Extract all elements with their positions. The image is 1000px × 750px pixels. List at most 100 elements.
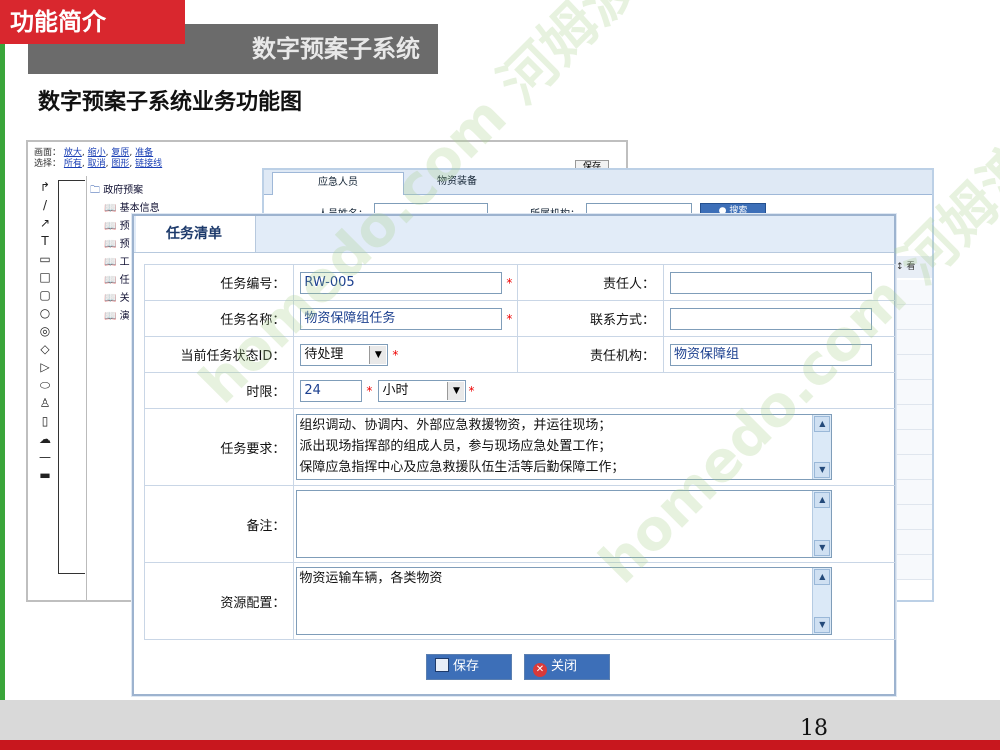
grid-row[interactable] [896,555,932,580]
limit-unit-select[interactable]: 小时 ▼ [378,379,467,402]
grid-row[interactable] [896,430,932,455]
note-cell: ▲ ▼ [293,485,896,563]
shape-tool-icon[interactable]: ↗ [34,216,56,234]
grid-row[interactable] [896,355,932,380]
resource-label: 资源配置： [143,562,295,640]
shape-tool-icon[interactable]: ↱ [34,180,56,198]
shape-tool-icon[interactable]: ▭ [34,252,56,270]
grid-row[interactable] [896,380,932,405]
tree-item-label: 演 [119,311,130,322]
select-connectors-link[interactable]: 链接线 [135,159,162,169]
org-input[interactable]: 物资保障组 [670,343,873,366]
save-button-label: 保存 [453,659,480,674]
req-line: 派出现场指挥部的组成人员，参与现场应急处置工作； [299,439,612,454]
grid-row[interactable] [896,280,932,305]
restore-link[interactable]: 复原 [111,148,129,158]
tree-item-label: 基本信息 [119,203,160,214]
dialog-title-tab[interactable]: 任务清单 [136,216,256,252]
task-name-input[interactable]: 物资保障组任务 [300,307,503,330]
book-icon: 📖 [104,239,120,250]
shape-tool-icon[interactable]: / [34,198,56,216]
grid-row[interactable] [896,455,932,480]
shape-tool-icon[interactable]: ▢ [34,288,56,306]
scroll-up-icon[interactable]: ▲ [814,416,831,432]
req-line: 保障应急指挥中心及应急救援队伍生活等后勤保障工作； [299,460,625,475]
grid-row[interactable] [896,480,932,505]
shape-tool-icon[interactable]: ▯ [34,414,56,432]
grid-row[interactable] [896,330,932,355]
grid-column-header[interactable]: ↕ 看 [896,256,932,278]
form-row-2: 任务名称： 物资保障组任务 * 联系方式： [143,300,896,337]
grid-row[interactable] [896,530,932,555]
shape-tool-icon[interactable]: ♙ [34,396,56,414]
shape-tool-icon[interactable]: T [34,234,56,252]
section-tag: 功能简介 [0,0,185,44]
tab-supplies-equipment[interactable]: 物资装备 [402,172,512,194]
grid-rows [896,280,932,580]
select-none-link[interactable]: 取消 [88,159,106,169]
org-cell: 物资保障组 [663,336,896,373]
contact-label: 联系方式： [517,300,665,337]
save-button[interactable]: 保存 [426,654,512,680]
shape-tool-icon[interactable]: ○ [34,306,56,324]
scrollbar[interactable]: ▲ ▼ [812,491,832,557]
editor-link-rows: 画面： 放大, 缩小, 复原, 准备 选择： 所有, 取消, 图形, 链接线 [34,148,162,170]
shape-tool-icon[interactable]: □ [34,270,56,288]
shape-tool-icon[interactable]: ▷ [34,360,56,378]
shape-tool-icon[interactable]: ⬭ [34,378,56,396]
chevron-down-icon: ▼ [447,381,465,400]
status-label: 当前任务状态ID： [143,336,295,373]
left-accent-rule [0,40,5,700]
req-textarea[interactable]: 组织调动、协调内、外部应急救援物资，并运往现场； 派出现场指挥部的组成人员，参与… [296,414,833,480]
scrollbar[interactable]: ▲ ▼ [812,568,832,634]
owner-input[interactable] [670,271,873,294]
scroll-up-icon[interactable]: ▲ [814,569,831,585]
prepare-link[interactable]: 准备 [135,148,153,158]
limit-unit-value: 小时 [382,382,409,398]
scroll-up-icon[interactable]: ▲ [814,492,831,508]
shape-tool-icon[interactable]: ◇ [34,342,56,360]
shape-tool-icon[interactable]: — [34,450,56,468]
grid-row[interactable] [896,405,932,430]
scroll-down-icon[interactable]: ▼ [814,617,831,633]
zoom-out-link[interactable]: 缩小 [88,148,106,158]
task-form: 任务编号： RW-005 * 责任人： 任务名称： 物资保障组任务 * 联系方式： … [143,264,896,640]
grid-row[interactable] [896,505,932,530]
grid-row[interactable] [896,305,932,330]
chevron-down-icon: ▼ [369,345,387,364]
resource-text: 物资运输车辆，各类物资 [299,571,443,586]
task-name-cell: 物资保障组任务 * [293,300,519,337]
resource-textarea[interactable]: 物资运输车辆，各类物资 ▲ ▼ [296,567,833,635]
book-icon: 📖 [104,311,120,322]
required-mark: * [506,311,513,326]
footer-red-strip [0,740,1000,750]
status-select[interactable]: 待处理 ▼ [300,343,389,366]
tree-item-label: 任 [119,275,130,286]
tab-emergency-staff[interactable]: 应急人员 [272,172,404,195]
select-all-link[interactable]: 所有 [64,159,82,169]
zoom-in-link[interactable]: 放大 [64,148,82,158]
task-no-input[interactable]: RW-005 [300,271,503,294]
folder-icon: 🗀 [90,185,100,196]
task-no-label: 任务编号： [143,264,295,301]
scrollbar[interactable]: ▲ ▼ [812,415,832,479]
close-button[interactable]: ✕ 关闭 [524,654,610,680]
view-label: 画面： [34,148,62,158]
contact-input[interactable] [670,307,873,330]
editor-canvas[interactable] [58,180,85,574]
tree-root-node[interactable]: 🗀 政府预案 [90,181,143,200]
limit-cell: 24 * 小时 ▼ * [293,372,896,409]
scroll-down-icon[interactable]: ▼ [814,462,831,478]
scroll-down-icon[interactable]: ▼ [814,540,831,556]
limit-input[interactable]: 24 [300,379,363,402]
shape-tool-icon[interactable]: ☁ [34,432,56,450]
task-name-label: 任务名称： [143,300,295,337]
shape-tool-icon[interactable]: ▬ [34,468,56,486]
note-textarea[interactable]: ▲ ▼ [296,490,833,558]
footer-band [0,700,1000,740]
editor-select-row: 选择： 所有, 取消, 图形, 链接线 [34,159,163,169]
req-cell: 组织调动、协调内、外部应急救援物资，并运往现场； 派出现场指挥部的组成人员，参与… [293,408,896,486]
select-shapes-link[interactable]: 图形 [111,159,129,169]
req-label: 任务要求： [143,408,295,486]
shape-tool-icon[interactable]: ◎ [34,324,56,342]
